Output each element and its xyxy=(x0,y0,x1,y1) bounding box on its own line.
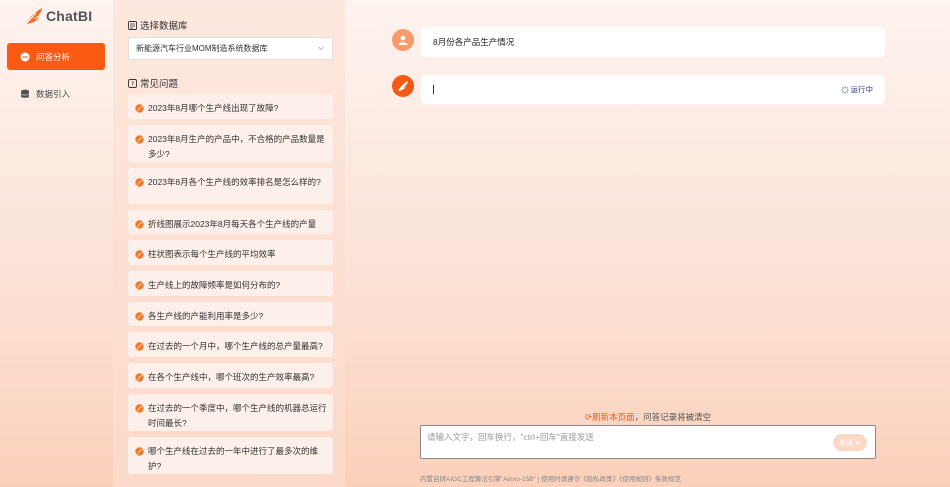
message-input-placeholder: 请输入文字，回车换行，"ctrl+回车"直接发送 xyxy=(427,432,594,442)
left-nav: ChatBI 问答分析 数据引入 xyxy=(0,0,113,487)
feather-bullet-icon xyxy=(135,373,144,382)
question-icon: ? xyxy=(128,78,137,88)
faq-item-text: 柱状图表示每个生产线的平均效率 xyxy=(148,249,276,259)
chevron-down-icon xyxy=(318,46,324,51)
faq-item[interactable]: 2023年8月各个生产线的效率排名是怎么样的? xyxy=(128,168,333,204)
faq-item-text: 在各个生产线中，哪个班次的生产效率最高? xyxy=(148,372,315,382)
chatbi-app: ChatBI 问答分析 数据引入 选择数据库 新能源汽车行业MOM制造系统数据库 xyxy=(0,0,950,487)
faq-item-text: 折线图展示2023年8月每天各个生产线的产量 xyxy=(148,219,317,229)
svg-text:?: ? xyxy=(131,80,134,88)
database-section-title: 选择数据库 xyxy=(128,18,188,32)
user-icon xyxy=(398,35,408,45)
message-input[interactable]: 请输入文字，回车换行，"ctrl+回车"直接发送 发送 ➤ xyxy=(420,425,876,459)
running-status-text: 运行中 xyxy=(850,85,874,94)
nav-item-label: 问答分析 xyxy=(36,51,71,62)
refresh-notice: ⟳刷新本页面，问答记录将被清空 xyxy=(585,411,711,423)
feather-bullet-icon xyxy=(135,104,144,113)
app-logo: ChatBI xyxy=(24,6,92,26)
chat-icon xyxy=(20,52,30,62)
user-avatar xyxy=(392,29,414,51)
faq-item[interactable]: 生产线上的故障频率是如何分布的? xyxy=(128,271,333,296)
send-arrow-icon: ➤ xyxy=(855,439,861,447)
faq-section-label: 常见问题 xyxy=(140,79,179,90)
faq-item-text: 在过去的一个季度中，哪个生产线的机器总运行时间最长? xyxy=(148,403,327,428)
feather-bot-icon xyxy=(398,81,408,91)
faq-item[interactable]: 2023年8月哪个生产线出现了故障? xyxy=(128,94,333,119)
faq-item[interactable]: 在过去的一个月中，哪个生产线的总产量最高? xyxy=(128,332,333,357)
nav-item-qa-analysis[interactable]: 问答分析 xyxy=(7,43,105,70)
nav-item-label: 数据引入 xyxy=(36,88,71,99)
send-button[interactable]: 发送 ➤ xyxy=(833,434,867,451)
side-panel: 选择数据库 新能源汽车行业MOM制造系统数据库 ? 常见问题 2023年8月哪个… xyxy=(113,0,345,487)
faq-item[interactable]: 柱状图表示每个生产线的平均效率 xyxy=(128,240,333,265)
bot-avatar xyxy=(392,75,414,97)
user-message-text: 8月份各产品生产情况 xyxy=(433,37,515,47)
faq-item-text: 2023年8月各个生产线的效率排名是怎么样的? xyxy=(148,177,321,187)
faq-item-text: 各生产线的产能利用率是多少? xyxy=(148,311,264,321)
feather-logo-icon xyxy=(25,8,42,25)
database-select[interactable]: 新能源汽车行业MOM制造系统数据库 xyxy=(128,37,333,60)
feather-bullet-icon xyxy=(135,312,144,321)
faq-item[interactable]: 哪个生产线在过去的一年中进行了最多次的维护? xyxy=(128,437,333,474)
nav-item-data-import[interactable]: 数据引入 xyxy=(7,80,105,107)
faq-item[interactable]: 在过去的一个季度中，哪个生产线的机器总运行时间最长? xyxy=(128,394,333,431)
faq-item[interactable]: 折线图展示2023年8月每天各个生产线的产量 xyxy=(128,210,333,234)
database-select-icon xyxy=(128,20,137,30)
user-message-bubble: 8月份各产品生产情况 xyxy=(421,27,885,57)
database-icon xyxy=(20,89,30,99)
app-name: ChatBI xyxy=(46,8,93,24)
faq-item-text: 生产线上的故障频率是如何分布的? xyxy=(148,280,281,290)
faq-item-text: 哪个生产线在过去的一年中进行了最多次的维护? xyxy=(148,446,319,471)
typing-cursor xyxy=(433,85,434,94)
feather-bullet-icon xyxy=(135,178,144,187)
feather-bullet-icon xyxy=(135,250,144,259)
database-selected-value: 新能源汽车行业MOM制造系统数据库 xyxy=(136,44,268,53)
faq-item[interactable]: 在各个生产线中，哪个班次的生产效率最高? xyxy=(128,363,333,388)
refresh-link[interactable]: 刷新本页面 xyxy=(592,412,635,422)
feather-bullet-icon xyxy=(135,342,144,351)
loading-spinner-icon xyxy=(841,86,848,93)
refresh-note: ，问答记录将被清空 xyxy=(634,412,712,422)
faq-item-text: 2023年8月哪个生产线出现了故障? xyxy=(148,103,279,113)
faq-item-text: 在过去的一个月中，哪个生产线的总产量最高? xyxy=(148,341,323,351)
faq-item[interactable]: 各生产线的产能利用率是多少? xyxy=(128,302,333,326)
footer-disclaimer: 内置自研AIGC工程算法引擎"Ainno-15B" | 使用时请遵守《隐私政策》… xyxy=(420,476,681,483)
chat-area: 8月份各产品生产情况 运行中 ⟳刷新本页面，问答记录将被清空 请输入文字，回车换… xyxy=(345,0,950,487)
faq-section-title: ? 常见问题 xyxy=(128,76,178,90)
feather-bullet-icon xyxy=(135,404,144,413)
feather-bullet-icon xyxy=(135,220,144,229)
feather-bullet-icon xyxy=(135,135,144,144)
bot-response-bubble: 运行中 xyxy=(421,75,885,104)
send-button-label: 发送 xyxy=(839,439,854,447)
feather-bullet-icon xyxy=(135,281,144,290)
database-section-label: 选择数据库 xyxy=(140,21,188,32)
running-status: 运行中 xyxy=(841,84,874,95)
faq-item[interactable]: 2023年8月生产的产品中，不合格的产品数量是多少? xyxy=(128,125,333,162)
faq-item-text: 2023年8月生产的产品中，不合格的产品数量是多少? xyxy=(148,134,325,159)
feather-bullet-icon xyxy=(135,447,144,456)
